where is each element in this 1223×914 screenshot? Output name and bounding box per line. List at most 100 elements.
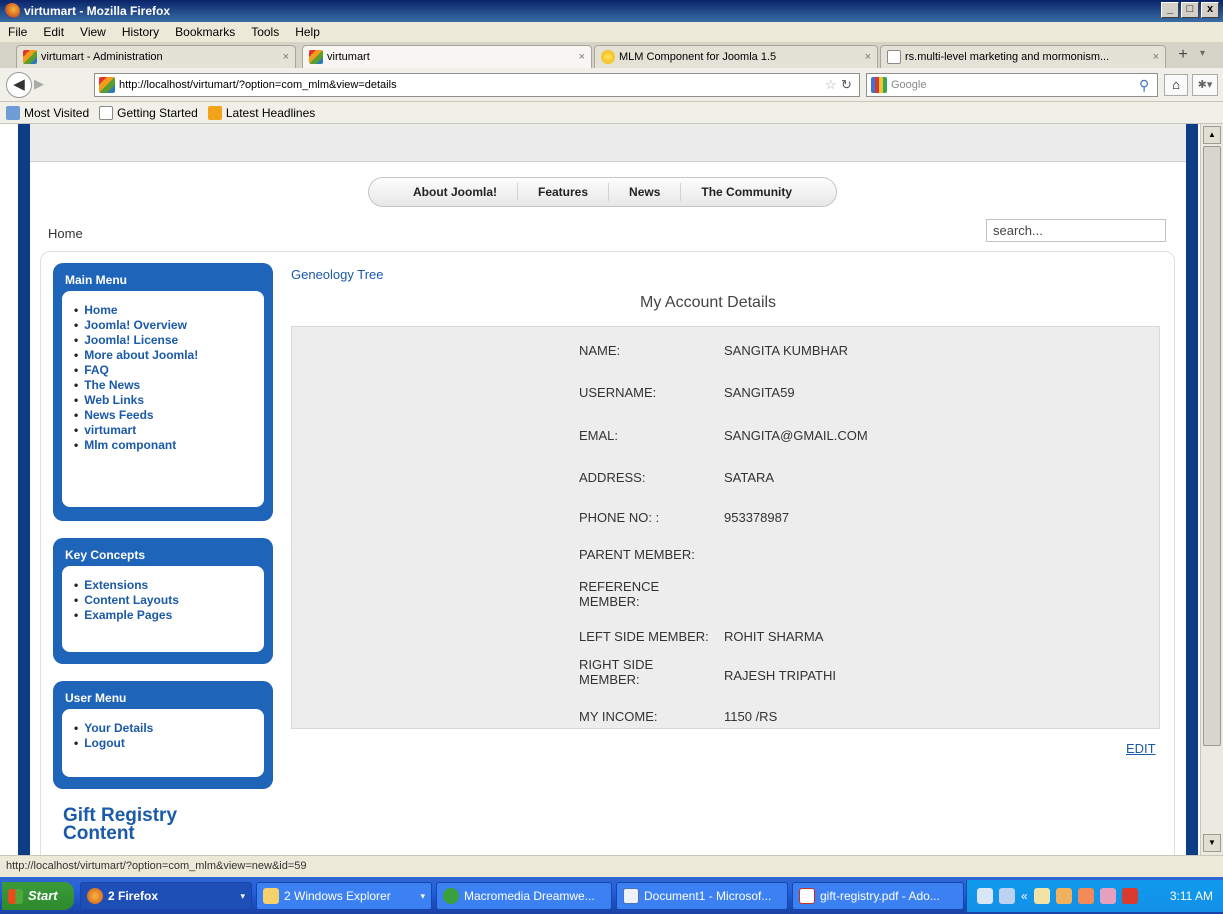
key-concepts-module: Key Concepts Extensions Content Layouts … — [53, 538, 273, 664]
new-tab-button[interactable]: + — [1172, 46, 1194, 66]
user-menu-module: User Menu Your Details Logout — [53, 681, 273, 789]
address-bar[interactable]: http://localhost/virtumart/?option=com_m… — [94, 73, 860, 97]
menu-bar: File Edit View History Bookmarks Tools H… — [0, 22, 1223, 42]
start-button[interactable]: Start — [2, 882, 74, 910]
key-concepts-item-extensions[interactable]: Extensions — [74, 578, 264, 593]
maximize-button[interactable]: □ — [1181, 2, 1199, 18]
security-icon[interactable] — [1055, 888, 1072, 904]
key-concepts-item-example-pages[interactable]: Example Pages — [74, 608, 264, 623]
nav-about-joomla[interactable]: About Joomla! — [393, 183, 518, 201]
gift-registry-heading: Gift Registry Content — [63, 806, 177, 844]
user-menu-item-logout[interactable]: Logout — [74, 736, 264, 751]
gift-registry-title-line2: Content — [63, 823, 135, 844]
forward-button[interactable]: ▶ — [34, 76, 54, 94]
site-search-input[interactable] — [986, 219, 1166, 242]
close-button[interactable]: x — [1201, 2, 1219, 18]
main-menu-item-web-links[interactable]: Web Links — [74, 393, 264, 408]
main-menu-item-home[interactable]: Home — [74, 303, 264, 318]
main-menu-item-mlm-componant[interactable]: Mlm componant — [74, 438, 264, 453]
user-menu-item-your-details[interactable]: Your Details — [74, 721, 264, 736]
main-menu-item-more-about-joomla[interactable]: More about Joomla! — [74, 348, 264, 363]
pen-icon[interactable] — [977, 888, 993, 904]
search-icon[interactable]: ⚲ — [1139, 77, 1157, 94]
menu-history[interactable]: History — [120, 25, 161, 39]
tab-virtumart[interactable]: virtumart × — [302, 45, 592, 68]
tab-list-chevron-icon[interactable]: ▾ — [1200, 48, 1205, 59]
url-text[interactable]: http://localhost/virtumart/?option=com_m… — [119, 79, 825, 91]
taskbar-dreamweaver[interactable]: Macromedia Dreamwe... — [436, 882, 612, 910]
taskbar-windows-explorer[interactable]: 2 Windows Explorer ▾ — [256, 882, 432, 910]
home-icon: ⌂ — [1172, 77, 1180, 92]
network-icon[interactable] — [1033, 888, 1050, 904]
detail-value: SATARA — [724, 470, 775, 485]
geneology-tree-link[interactable]: Geneology Tree — [291, 267, 384, 282]
nav-features[interactable]: Features — [518, 183, 610, 201]
main-menu-item-faq[interactable]: FAQ — [74, 363, 264, 378]
menu-edit[interactable]: Edit — [41, 25, 66, 39]
key-concepts-item-content-layouts[interactable]: Content Layouts — [74, 593, 264, 608]
messenger-icon[interactable] — [1099, 888, 1116, 904]
menu-tools[interactable]: Tools — [249, 25, 281, 39]
main-menu-item-virtumart[interactable]: virtumart — [74, 423, 264, 438]
scroll-thumb[interactable] — [1203, 146, 1221, 746]
tab-rs-multi-level-marketing[interactable]: rs.multi-level marketing and mormonism..… — [880, 45, 1166, 68]
detail-label: MY INCOME: — [579, 709, 658, 724]
system-tray: « 3:11 AM — [966, 880, 1223, 912]
window-title: virtumart - Mozilla Firefox — [24, 4, 171, 18]
main-menu-item-the-news[interactable]: The News — [74, 378, 264, 393]
edit-link[interactable]: EDIT — [1126, 741, 1156, 756]
main-menu-item-joomla-license[interactable]: Joomla! License — [74, 333, 264, 348]
tab-close-icon[interactable]: × — [1153, 51, 1159, 63]
bookmark-latest-headlines[interactable]: Latest Headlines — [207, 105, 315, 120]
tab-mlm-component[interactable]: MLM Component for Joomla 1.5 × — [594, 45, 878, 68]
main-menu-item-joomla-overview[interactable]: Joomla! Overview — [74, 318, 264, 333]
menu-help[interactable]: Help — [293, 25, 322, 39]
nav-news[interactable]: News — [609, 183, 682, 201]
nav-the-community[interactable]: The Community — [681, 183, 812, 201]
back-button[interactable]: ◀ — [6, 72, 32, 98]
header-strip — [30, 124, 1186, 162]
tray-expand-chevron-icon[interactable]: « — [1021, 889, 1028, 903]
minimize-button[interactable]: _ — [1161, 2, 1179, 18]
mail-icon[interactable] — [1077, 888, 1094, 904]
search-engine-placeholder[interactable]: Google — [891, 79, 1139, 91]
search-engine-box[interactable]: Google ⚲ — [866, 73, 1158, 97]
addon-menu-button[interactable]: ✱▾ — [1192, 74, 1218, 96]
menu-file[interactable]: File — [6, 25, 29, 39]
menu-view[interactable]: View — [78, 25, 108, 39]
back-arrow-icon: ◀ — [13, 76, 25, 93]
tab-virtumart-administration[interactable]: virtumart - Administration × — [16, 45, 296, 68]
taskbar-firefox[interactable]: 2 Firefox ▾ — [80, 882, 252, 910]
module-body: Extensions Content Layouts Example Pages — [62, 566, 264, 652]
puzzle-icon: ✱▾ — [1197, 79, 1213, 91]
antivirus-icon[interactable] — [1121, 888, 1138, 904]
monitor-icon[interactable] — [999, 888, 1015, 904]
taskbar-word-document[interactable]: Document1 - Microsof... — [616, 882, 788, 910]
taskbar-acrobat-pdf[interactable]: gift-registry.pdf - Ado... — [792, 882, 964, 910]
detail-value: ROHIT SHARMA — [724, 629, 824, 644]
tab-close-icon[interactable]: × — [579, 51, 585, 63]
site-identity-icon[interactable] — [99, 77, 115, 93]
reload-icon[interactable]: ↻ — [841, 77, 859, 93]
bookmark-star-icon[interactable]: ☆ — [825, 77, 841, 93]
home-button[interactable]: ⌂ — [1164, 74, 1188, 96]
folder-icon — [263, 888, 279, 904]
bookmark-getting-started[interactable]: Getting Started — [99, 105, 198, 120]
bookmark-most-visited[interactable]: Most Visited — [6, 105, 89, 120]
main-menu-item-news-feeds[interactable]: News Feeds — [74, 408, 264, 423]
window-titlebar: virtumart - Mozilla Firefox _ □ x — [0, 0, 1223, 22]
tab-label: rs.multi-level marketing and mormonism..… — [905, 51, 1110, 63]
module-body: Home Joomla! Overview Joomla! License Mo… — [62, 291, 264, 507]
menu-bookmarks[interactable]: Bookmarks — [173, 25, 237, 39]
clock[interactable]: 3:11 AM — [1170, 889, 1213, 903]
scroll-down-icon[interactable]: ▼ — [1203, 834, 1221, 852]
detail-label: ADDRESS: — [579, 470, 646, 485]
google-icon[interactable] — [871, 77, 887, 93]
page-right-border — [1186, 124, 1198, 855]
tab-close-icon[interactable]: × — [865, 51, 871, 63]
vertical-scrollbar[interactable]: ▲ ▼ — [1200, 124, 1223, 855]
breadcrumb[interactable]: Home — [48, 226, 83, 241]
taskbar-label: 2 Firefox — [108, 889, 159, 903]
scroll-up-icon[interactable]: ▲ — [1203, 126, 1221, 144]
tab-close-icon[interactable]: × — [283, 51, 289, 63]
